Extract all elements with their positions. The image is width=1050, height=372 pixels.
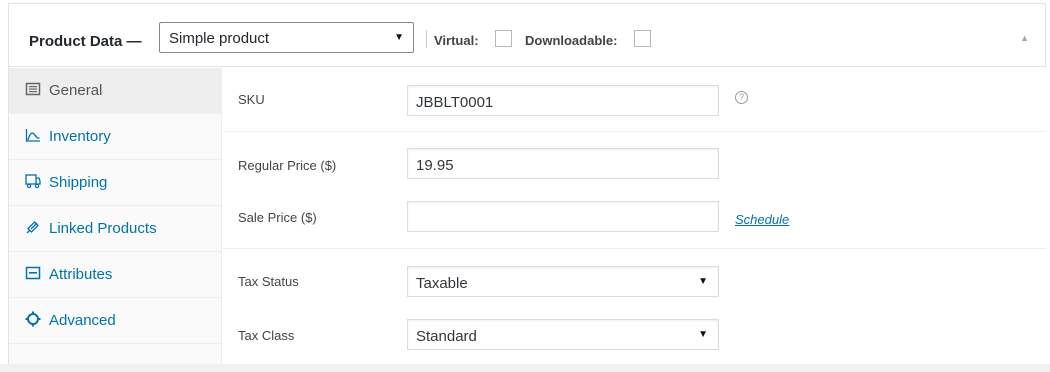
- tab-label: Attributes: [49, 266, 113, 283]
- tab-label: Advanced: [49, 312, 116, 329]
- tab-general[interactable]: General: [9, 68, 222, 114]
- virtual-label: Virtual:: [434, 33, 479, 48]
- tab-label: Linked Products: [49, 220, 157, 237]
- virtual-checkbox[interactable]: [495, 30, 512, 47]
- regular-price-value: 19.95: [416, 157, 454, 174]
- regular-price-input[interactable]: 19.95: [407, 148, 719, 179]
- product-data-tabs: General Inventory Shipping Linked Produc…: [9, 68, 222, 370]
- dropdown-arrow-icon: ▼: [698, 329, 708, 340]
- section-divider: [223, 131, 1046, 132]
- tax-status-select[interactable]: Taxable ▼: [407, 266, 719, 297]
- attributes-icon: [25, 266, 41, 280]
- panel-title: Product Data —: [29, 33, 142, 50]
- tax-class-select[interactable]: Standard ▼: [407, 319, 719, 350]
- product-type-value: Simple product: [169, 30, 270, 47]
- sale-price-label: Sale Price ($): [238, 210, 317, 225]
- tab-label: Inventory: [49, 128, 111, 145]
- general-tab-content: SKU JBBLT0001 ? Regular Price ($) 19.95 …: [223, 68, 1046, 370]
- tab-attributes[interactable]: Attributes: [9, 252, 222, 298]
- collapse-arrow-icon[interactable]: ▲: [1020, 33, 1029, 43]
- bottom-bar: [0, 364, 1050, 372]
- tab-advanced[interactable]: Advanced: [9, 298, 222, 344]
- list-icon: [25, 82, 41, 96]
- downloadable-checkbox[interactable]: [634, 30, 651, 47]
- sku-label: SKU: [238, 92, 265, 107]
- dropdown-arrow-icon: ▼: [698, 276, 708, 287]
- link-icon: [26, 221, 39, 234]
- chart-icon: [25, 129, 40, 142]
- downloadable-label: Downloadable:: [525, 33, 618, 48]
- tab-label: Shipping: [49, 174, 108, 191]
- tax-status-label: Tax Status: [238, 274, 299, 289]
- tab-linked-products[interactable]: Linked Products: [9, 206, 222, 252]
- product-data-panel: Product Data — Simple product ▼ Virtual:…: [8, 3, 1046, 370]
- schedule-link[interactable]: Schedule: [735, 212, 789, 227]
- header-separator: [426, 30, 427, 48]
- tax-class-label: Tax Class: [238, 328, 295, 343]
- section-divider: [223, 248, 1046, 249]
- tab-label: General: [49, 82, 103, 99]
- sku-value: JBBLT0001: [416, 94, 494, 111]
- sku-input[interactable]: JBBLT0001: [407, 85, 719, 116]
- sale-price-input[interactable]: [407, 201, 719, 232]
- tax-status-value: Taxable: [416, 275, 468, 292]
- tab-inventory[interactable]: Inventory: [9, 114, 222, 160]
- tax-class-value: Standard: [416, 328, 477, 345]
- tab-shipping[interactable]: Shipping: [9, 160, 222, 206]
- truck-icon: [25, 174, 41, 189]
- gear-icon: [25, 311, 41, 327]
- product-type-select[interactable]: Simple product ▼: [159, 22, 414, 53]
- dropdown-arrow-icon: ▼: [394, 32, 404, 43]
- regular-price-label: Regular Price ($): [238, 158, 337, 173]
- help-icon[interactable]: ?: [735, 91, 748, 104]
- product-data-header: Product Data — Simple product ▼ Virtual:…: [9, 4, 1045, 67]
